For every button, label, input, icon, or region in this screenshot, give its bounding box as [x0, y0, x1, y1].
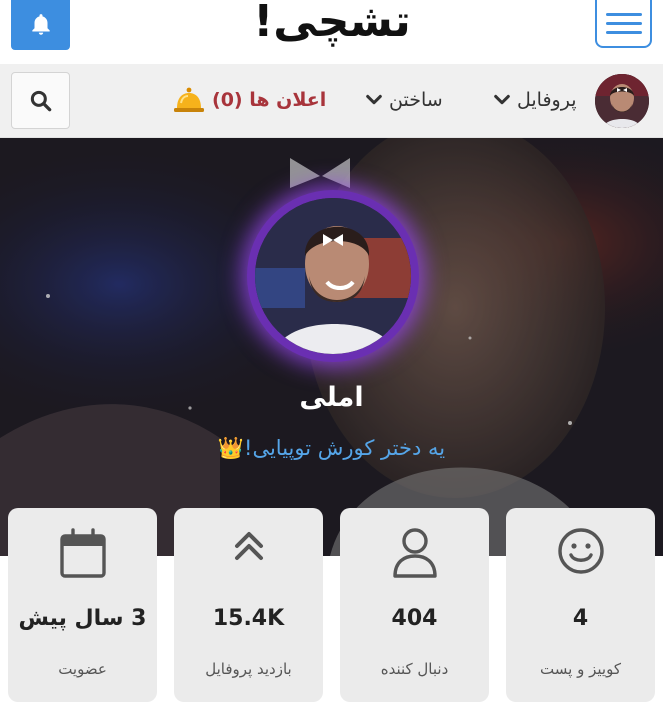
- search-button[interactable]: [11, 72, 70, 129]
- profile-hero: املی یه دختر کورش توپیایی!👑: [0, 138, 663, 556]
- build-menu[interactable]: ساختن: [365, 86, 443, 114]
- top-bar: تشچی!: [0, 0, 663, 64]
- stat-card-followers[interactable]: 404 دنبال کننده: [340, 508, 489, 702]
- bell-icon: [31, 14, 50, 35]
- stat-value: 4: [572, 606, 589, 631]
- smiley-icon: [557, 528, 604, 574]
- user-icon: [392, 528, 437, 578]
- notifications-label: اعلان ها (0): [212, 89, 327, 111]
- notifications-button[interactable]: [11, 0, 70, 50]
- stat-card-membership[interactable]: 3 سال پیش عضویت: [8, 508, 157, 702]
- double-chevron-up-icon: [234, 532, 263, 560]
- profile-name: املی: [299, 382, 364, 413]
- stat-card-views[interactable]: 15.4K بازدید پروفایل: [174, 508, 323, 702]
- stat-value: 404: [391, 606, 438, 631]
- calendar-icon: [59, 528, 106, 578]
- stat-card-posts[interactable]: 4 کوییز و پست: [506, 508, 655, 702]
- service-bell-icon: [174, 87, 204, 112]
- search-icon: [30, 90, 51, 111]
- stat-label: عضویت: [58, 660, 107, 678]
- notifications-link[interactable]: اعلان ها (0): [172, 86, 326, 114]
- profile-label: پروفایل: [517, 89, 577, 111]
- avatar-image: [595, 74, 649, 128]
- user-avatar[interactable]: [595, 74, 649, 128]
- nav-bar: اعلان ها (0) ساختن پروفایل: [0, 64, 663, 138]
- chevron-down-icon: [366, 94, 382, 105]
- stat-label: کوییز و پست: [540, 660, 621, 678]
- stat-label: دنبال کننده: [380, 660, 449, 678]
- profile-photo: [255, 198, 411, 354]
- build-label: ساختن: [389, 89, 443, 111]
- stat-value: 3 سال پیش: [18, 606, 147, 631]
- profile-avatar[interactable]: [247, 190, 419, 362]
- chevron-down-icon: [494, 94, 510, 105]
- hamburger-menu-icon: [605, 12, 642, 16]
- profile-menu[interactable]: پروفایل: [493, 86, 577, 114]
- menu-button[interactable]: [595, 0, 652, 48]
- stat-label: بازدید پروفایل: [205, 660, 292, 678]
- stat-value: 15.4K: [212, 606, 285, 631]
- site-logo[interactable]: تشچی!: [232, 0, 432, 48]
- profile-bio: یه دختر کورش توپیایی!👑: [217, 436, 446, 460]
